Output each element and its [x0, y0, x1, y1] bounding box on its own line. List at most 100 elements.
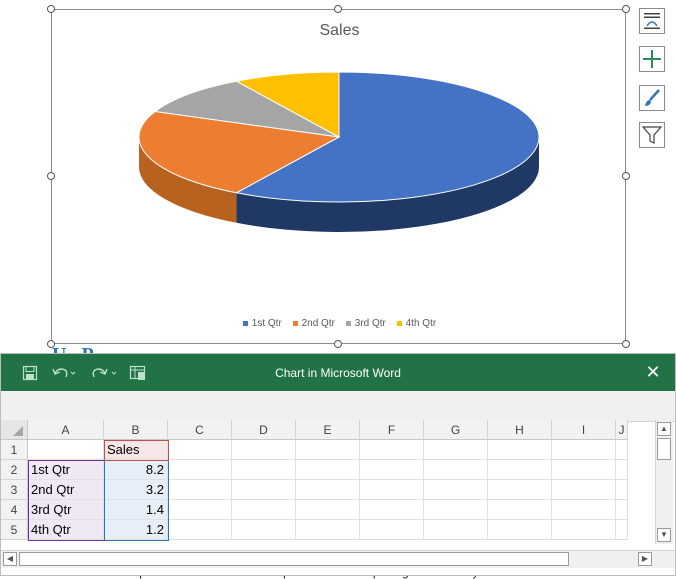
column-header-i[interactable]: I	[552, 420, 616, 440]
cell-g2[interactable]	[424, 460, 488, 480]
cell-j3[interactable]	[616, 480, 628, 500]
scroll-thumb[interactable]	[657, 438, 671, 460]
column-header-d[interactable]: D	[232, 420, 296, 440]
cell-j4[interactable]	[616, 500, 628, 520]
column-header-h[interactable]: H	[488, 420, 552, 440]
cell-g5[interactable]	[424, 520, 488, 540]
chart-elements-button[interactable]	[639, 46, 665, 72]
row-header-1[interactable]: 1	[1, 440, 28, 460]
legend-item-2nd-qtr: 2nd Qtr	[292, 318, 335, 329]
cell-b2[interactable]: 8.2	[104, 460, 168, 480]
cell-f1[interactable]	[360, 440, 424, 460]
resize-handle-bottom-left[interactable]	[47, 340, 55, 348]
column-header-j[interactable]: J	[616, 420, 628, 440]
cell-f2[interactable]	[360, 460, 424, 480]
cell-d4[interactable]	[232, 500, 296, 520]
cell-h3[interactable]	[488, 480, 552, 500]
chart-data-window[interactable]: Chart in Microsoft Word ✕ A B C D E F G H I J 1 Sal…	[0, 353, 676, 576]
scroll-left-arrow[interactable]: ◀	[3, 552, 17, 566]
resize-handle-left[interactable]	[47, 172, 55, 180]
layout-options-button[interactable]	[639, 8, 665, 34]
cell-e4[interactable]	[296, 500, 360, 520]
scroll-up-arrow[interactable]: ▲	[657, 422, 671, 436]
cell-g3[interactable]	[424, 480, 488, 500]
resize-handle-top-left[interactable]	[47, 5, 55, 13]
resize-handle-top-right[interactable]	[622, 5, 630, 13]
cell-c1[interactable]	[168, 440, 232, 460]
vertical-scrollbar[interactable]: ▲ ▼	[655, 420, 673, 544]
cell-h1[interactable]	[488, 440, 552, 460]
cell-i1[interactable]	[552, 440, 616, 460]
chart-object[interactable]: Sales 1st Qtr 2nd Qtr 3rd Qtr 4th Qtr	[51, 9, 626, 344]
legend-swatch	[396, 320, 402, 326]
cell-f5[interactable]	[360, 520, 424, 540]
cell-e2[interactable]	[296, 460, 360, 480]
cell-f4[interactable]	[360, 500, 424, 520]
column-header-c[interactable]: C	[168, 420, 232, 440]
column-header-b[interactable]: B	[104, 420, 168, 440]
cell-h2[interactable]	[488, 460, 552, 480]
close-button[interactable]: ✕	[641, 360, 665, 384]
row-header-3[interactable]: 3	[1, 480, 28, 500]
horizontal-scrollbar[interactable]: ◀ ▶	[1, 550, 675, 568]
cell-c3[interactable]	[168, 480, 232, 500]
cell-i4[interactable]	[552, 500, 616, 520]
legend-swatch	[242, 320, 248, 326]
cell-c4[interactable]	[168, 500, 232, 520]
cell-i5[interactable]	[552, 520, 616, 540]
cell-g1[interactable]	[424, 440, 488, 460]
cell-e5[interactable]	[296, 520, 360, 540]
cell-e3[interactable]	[296, 480, 360, 500]
cell-c2[interactable]	[168, 460, 232, 480]
cell-j5[interactable]	[616, 520, 628, 540]
select-all-corner[interactable]	[1, 420, 28, 440]
cell-d5[interactable]	[232, 520, 296, 540]
column-header-f[interactable]: F	[360, 420, 424, 440]
legend-item-1st-qtr: 1st Qtr	[242, 318, 282, 329]
resize-handle-bottom-right[interactable]	[622, 340, 630, 348]
column-header-a[interactable]: A	[28, 420, 104, 440]
cell-f3[interactable]	[360, 480, 424, 500]
cell-b5[interactable]: 1.2	[104, 520, 168, 540]
chart-legend[interactable]: 1st Qtr 2nd Qtr 3rd Qtr 4th Qtr	[52, 318, 627, 329]
cell-h5[interactable]	[488, 520, 552, 540]
cell-i2[interactable]	[552, 460, 616, 480]
cell-c5[interactable]	[168, 520, 232, 540]
scroll-right-arrow[interactable]: ▶	[638, 552, 652, 566]
cell-a1[interactable]	[28, 440, 104, 460]
cell-b4[interactable]: 1.4	[104, 500, 168, 520]
cell-d3[interactable]	[232, 480, 296, 500]
resize-handle-right[interactable]	[622, 172, 630, 180]
column-header-e[interactable]: E	[296, 420, 360, 440]
chart-title[interactable]: Sales	[52, 22, 627, 40]
cell-d2[interactable]	[232, 460, 296, 480]
row-header-5[interactable]: 5	[1, 520, 28, 540]
cell-e1[interactable]	[296, 440, 360, 460]
scroll-down-arrow[interactable]: ▼	[657, 528, 671, 542]
scroll-thumb[interactable]	[19, 552, 569, 566]
cell-i3[interactable]	[552, 480, 616, 500]
legend-swatch	[292, 320, 298, 326]
row-header-2[interactable]: 2	[1, 460, 28, 480]
window-titlebar: Chart in Microsoft Word ✕	[1, 354, 675, 391]
window-title: Chart in Microsoft Word	[275, 366, 401, 380]
chart-styles-button[interactable]	[639, 85, 665, 111]
row-header-4[interactable]: 4	[1, 500, 28, 520]
chart-styles-icon	[645, 89, 660, 106]
cell-b1[interactable]: Sales	[104, 440, 168, 460]
cell-a3[interactable]: 2nd Qtr	[28, 480, 104, 500]
resize-handle-bottom[interactable]	[334, 340, 342, 348]
cell-j1[interactable]	[616, 440, 628, 460]
cell-j2[interactable]	[616, 460, 628, 480]
column-header-g[interactable]: G	[424, 420, 488, 440]
cell-g4[interactable]	[424, 500, 488, 520]
cell-a4[interactable]: 3rd Qtr	[28, 500, 104, 520]
cell-a5[interactable]: 4th Qtr	[28, 520, 104, 540]
cell-d1[interactable]	[232, 440, 296, 460]
cell-b3[interactable]: 3.2	[104, 480, 168, 500]
legend-label: 1st Qtr	[251, 318, 282, 329]
cell-h4[interactable]	[488, 500, 552, 520]
cell-a2[interactable]: 1st Qtr	[28, 460, 104, 480]
chart-filters-button[interactable]	[639, 122, 665, 148]
resize-handle-top[interactable]	[334, 5, 342, 13]
